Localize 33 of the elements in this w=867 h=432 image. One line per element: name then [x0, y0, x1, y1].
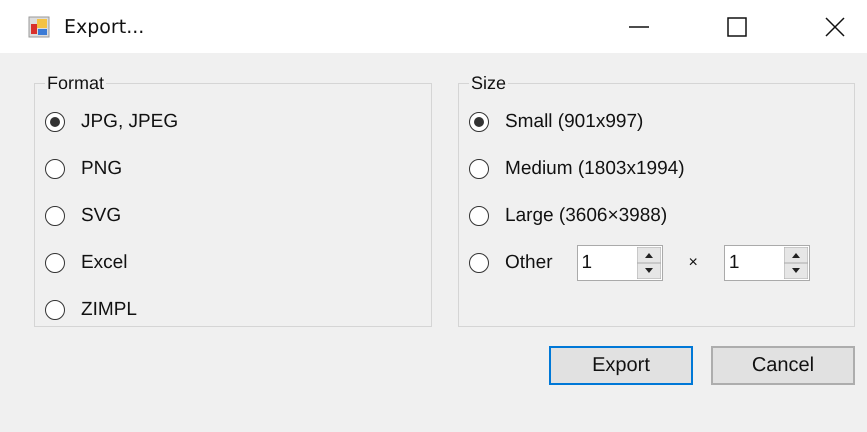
radio-button[interactable] — [469, 112, 489, 132]
export-button[interactable]: Export — [549, 346, 693, 385]
radio-label[interactable]: SVG — [81, 204, 122, 226]
spinner-arrows-icon[interactable] — [784, 246, 808, 278]
times-sign: × — [688, 254, 698, 272]
spinner-value[interactable]: 1 — [582, 252, 592, 274]
height-spinner[interactable]: 1 — [724, 244, 810, 280]
radio-label[interactable]: PNG — [81, 158, 122, 180]
group-label: Format — [46, 73, 106, 94]
spinner-value[interactable]: 1 — [728, 252, 740, 274]
group-label: Size — [470, 73, 508, 94]
radio-label[interactable]: ZIMPL — [81, 298, 137, 320]
radio-button[interactable] — [469, 158, 489, 178]
radio-label[interactable]: Medium (1803x1994) — [505, 158, 685, 180]
app-icon — [28, 16, 50, 38]
radio-button[interactable] — [45, 206, 65, 226]
radio-button[interactable] — [469, 206, 489, 226]
cancel-button[interactable]: Cancel — [711, 346, 855, 385]
radio-label[interactable]: Small (901x997) — [505, 110, 644, 132]
radio-button[interactable] — [45, 300, 65, 320]
spinner-arrows-icon[interactable] — [636, 246, 661, 278]
window-title: Export... — [64, 16, 144, 38]
radio-button[interactable] — [469, 252, 489, 272]
close-icon[interactable] — [825, 16, 845, 36]
radio-label[interactable]: Other — [505, 252, 553, 274]
width-spinner[interactable]: 1 — [576, 244, 663, 280]
maximize-icon[interactable] — [727, 16, 747, 36]
radio-button[interactable] — [45, 112, 65, 132]
radio-label[interactable]: JPG, JPEG — [81, 110, 178, 132]
radio-label[interactable]: Excel — [81, 252, 128, 274]
radio-button[interactable] — [45, 252, 65, 272]
radio-label[interactable]: Large (3606×3988) — [505, 204, 668, 226]
radio-button[interactable] — [45, 158, 65, 178]
